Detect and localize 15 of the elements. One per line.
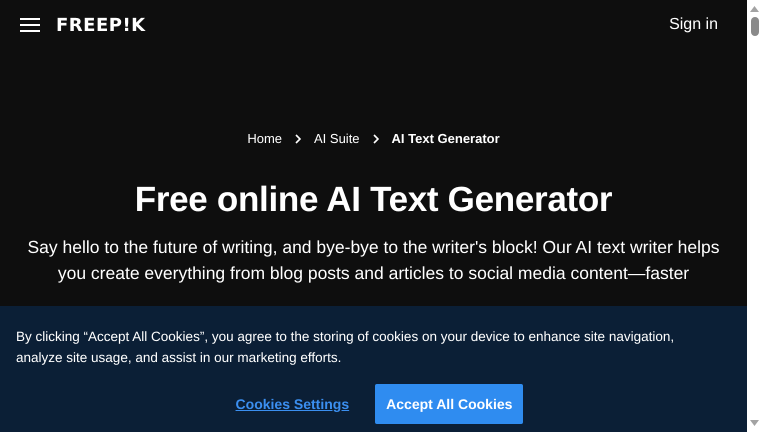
logo[interactable]: FREEP!K — [56, 14, 146, 36]
menu-icon[interactable] — [20, 17, 40, 33]
sign-in-link[interactable]: Sign in — [669, 16, 718, 34]
chevron-right-icon — [372, 134, 379, 144]
scrollbar-thumb[interactable] — [750, 17, 758, 36]
page-title: Free online AI Text Generator — [134, 180, 612, 220]
scroll-up-icon[interactable] — [750, 6, 759, 12]
breadcrumb-link[interactable]: Home — [247, 131, 282, 146]
breadcrumb-link[interactable]: AI Text Generator — [392, 131, 500, 146]
cookie-message: By clicking “Accept All Cookies”, you agree to the storing of cookies on your device to enhance site navigation, analyze site usage, and assist in our marketing efforts. — [16, 328, 676, 367]
chevron-right-icon — [295, 134, 302, 144]
breadcrumb-link[interactable]: AI Suite — [314, 131, 360, 146]
scroll-down-icon[interactable] — [750, 420, 759, 426]
intro-paragraph: Say hello to the future of writing, and bye-bye to the writer's block! Our AI text writer helps you create everything from blog posts and articles to social media content—faster — [26, 236, 720, 285]
cookies-settings-link[interactable]: Cookies Settings — [236, 396, 350, 412]
